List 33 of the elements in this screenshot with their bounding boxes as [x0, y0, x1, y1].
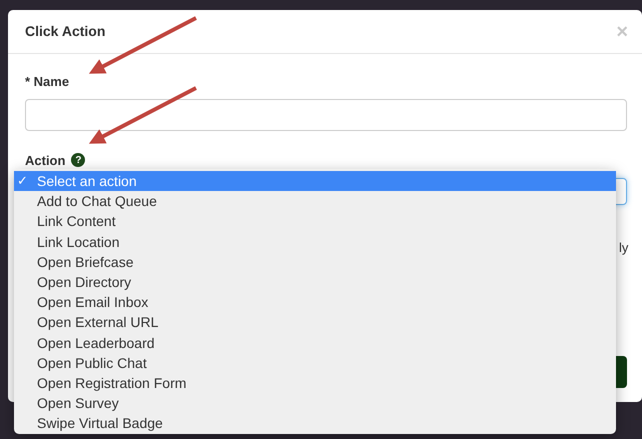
dropdown-option[interactable]: ✓ Select an action: [14, 171, 616, 192]
dropdown-option[interactable]: Open Registration Form: [14, 372, 616, 394]
option-label: Add to Chat Queue: [37, 193, 157, 210]
option-label: Open Directory: [37, 274, 132, 290]
option-label: Open Survey: [37, 395, 119, 412]
dropdown-option[interactable]: Open Briefcase: [14, 252, 616, 272]
help-icon[interactable]: ?: [71, 153, 86, 168]
option-label: Select an action: [37, 173, 137, 189]
dropdown-option[interactable]: Add to Chat Queue: [14, 191, 616, 212]
name-field[interactable]: [25, 98, 627, 130]
option-label: Open Registration Form: [37, 374, 186, 391]
dropdown-option[interactable]: Link Content: [14, 211, 616, 232]
option-label: Open External URL: [37, 314, 158, 330]
dropdown-option[interactable]: Open Public Chat: [14, 352, 616, 373]
dropdown-option[interactable]: Open Email Inbox: [14, 292, 616, 312]
dropdown-option[interactable]: Open External URL: [14, 312, 616, 332]
dropdown-option[interactable]: Open Survey: [14, 393, 616, 414]
dropdown-option[interactable]: Swipe Virtual Badge: [14, 413, 616, 434]
option-label: Open Briefcase: [37, 254, 134, 270]
dropdown-option[interactable]: Link Location: [14, 232, 616, 252]
option-label: Swipe Virtual Badge: [37, 415, 163, 432]
option-label: Open Leaderboard: [37, 334, 155, 350]
option-label: Open Email Inbox: [37, 294, 148, 310]
background-text: ly: [619, 239, 628, 257]
check-icon: ✓: [17, 171, 28, 191]
option-label: Open Public Chat: [37, 354, 147, 371]
option-label: Link Content: [37, 213, 116, 230]
dropdown-option[interactable]: Open Directory: [14, 272, 616, 292]
field-label: Action: [25, 152, 66, 170]
field-label: * Name: [25, 73, 70, 91]
dropdown-option[interactable]: Open Leaderboard: [14, 332, 616, 353]
dialog-title: Click Action: [25, 22, 106, 41]
option-label: Link Location: [37, 234, 120, 250]
